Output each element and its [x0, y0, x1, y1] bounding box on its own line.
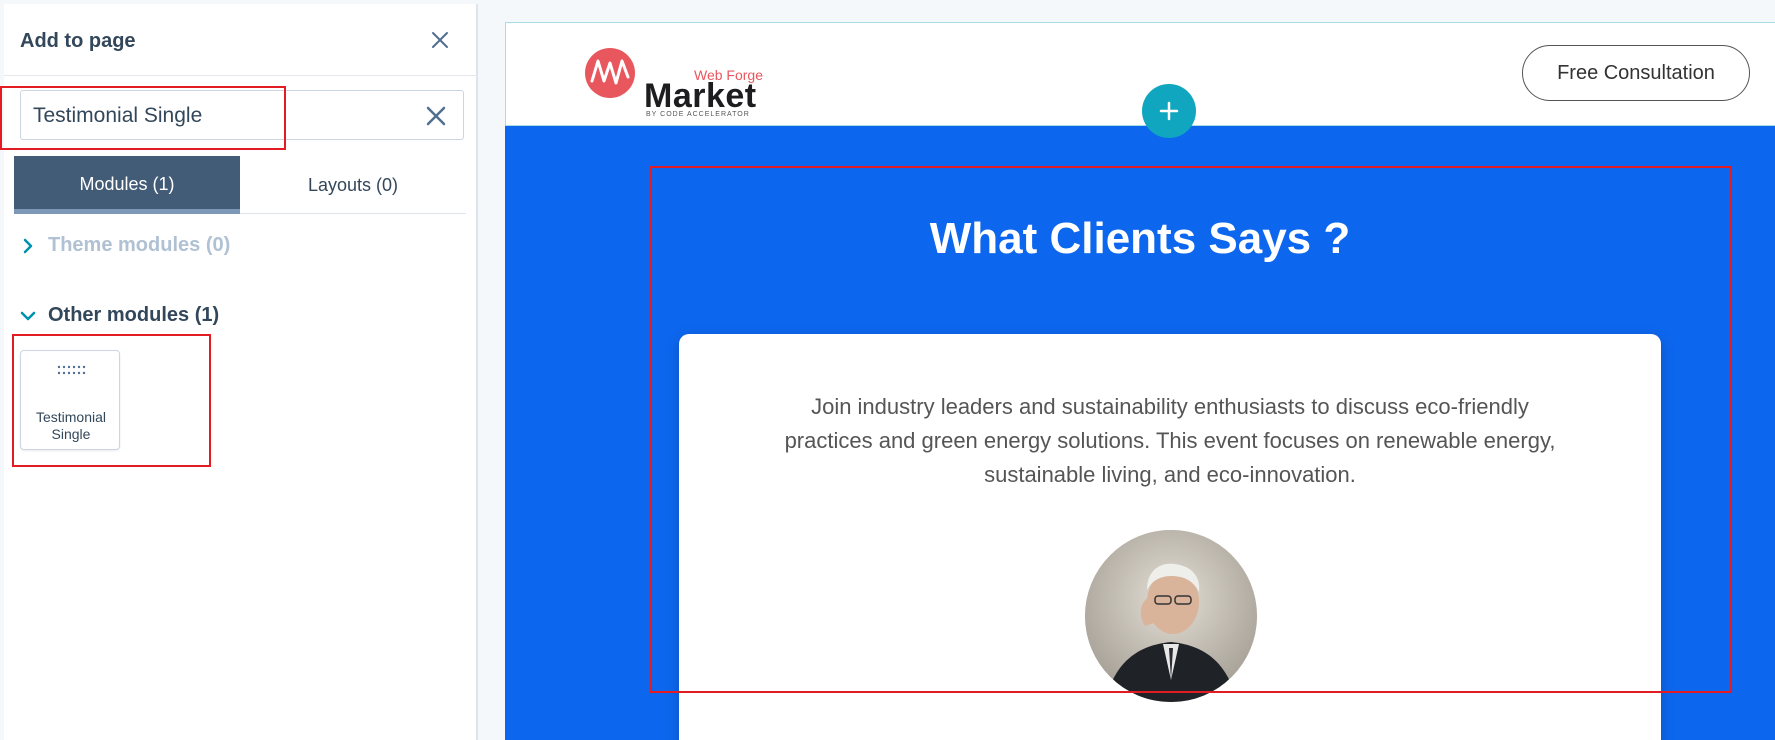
- highlight-testimonial-section: [650, 166, 1732, 693]
- close-icon[interactable]: [428, 28, 452, 52]
- highlight-search-box: [0, 86, 286, 150]
- logo-tagline: BY CODE ACCELERATOR: [646, 111, 750, 118]
- section-other-modules[interactable]: Other modules (1): [18, 304, 278, 330]
- logo-mark-icon: [585, 48, 635, 98]
- site-header[interactable]: Web Forge Market BY CODE ACCELERATOR Fre…: [505, 22, 1775, 126]
- tab-layouts[interactable]: Layouts (0): [240, 156, 466, 214]
- tab-modules[interactable]: Modules (1): [14, 156, 240, 214]
- section-theme-modules[interactable]: Theme modules (0): [18, 234, 278, 260]
- site-logo[interactable]: Web Forge Market BY CODE ACCELERATOR: [584, 45, 784, 118]
- free-consultation-button[interactable]: Free Consultation: [1522, 45, 1750, 101]
- clear-search-icon[interactable]: [423, 103, 449, 129]
- panel-header: Add to page: [4, 4, 478, 76]
- panel-tabs: Modules (1) Layouts (0): [14, 156, 466, 214]
- chevron-down-icon: [18, 306, 38, 326]
- panel-title: Add to page: [20, 30, 136, 52]
- section-label-other-modules: Other modules (1): [48, 304, 220, 326]
- highlight-module-card: [12, 334, 211, 467]
- add-section-button[interactable]: [1142, 84, 1196, 138]
- chevron-right-icon: [18, 236, 38, 256]
- section-label-theme-modules: Theme modules (0): [48, 234, 231, 256]
- plus-icon: [1159, 101, 1179, 121]
